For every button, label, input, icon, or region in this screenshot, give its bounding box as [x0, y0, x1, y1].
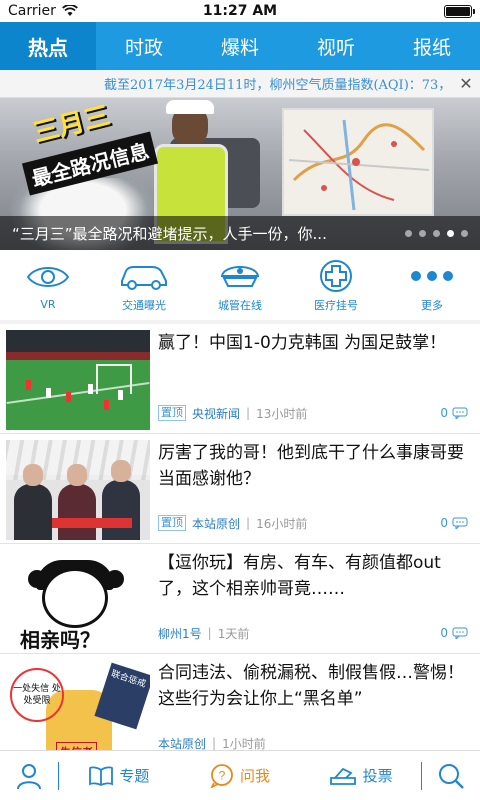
comment-icon — [452, 627, 468, 639]
banner-headline: 三月三 最全路况信息 — [21, 101, 174, 196]
news-title: 【逗你玩】有房、有车、有颜值都out了，这个相亲帅哥竟…… — [158, 553, 441, 599]
topics-label: 专题 — [119, 767, 150, 785]
question-bubble-icon: ? — [210, 763, 233, 788]
comment-count-value: 0 — [440, 626, 448, 640]
tab-hot[interactable]: 热点 — [0, 22, 96, 70]
banner-headline-line1: 三月三 — [30, 100, 114, 149]
battery-icon — [444, 4, 475, 18]
quick-more[interactable]: 更多 — [384, 250, 480, 320]
quick-city-management[interactable]: 城管在线 — [192, 250, 288, 320]
top-tab-bar: 热点 时政 爆料 视听 报纸 — [0, 22, 480, 70]
comment-icon — [452, 517, 468, 529]
quick-access-bar: VR 交通曝光 城管在线 医疗挂号 更多 — [0, 250, 480, 320]
banner-carousel[interactable]: 三月三 最全路况信息 “三月三”最全路况和避堵提示，人手一份，你... — [0, 98, 480, 250]
ask-label: 问我 — [240, 767, 271, 785]
profile-button[interactable] — [0, 751, 58, 800]
tab-politics[interactable]: 时政 — [96, 22, 192, 70]
police-cap-icon — [218, 258, 262, 294]
news-item[interactable]: 厉害了我的哥！他到底干了什么事康哥要当面感谢他？ 置顶 本站原创 | 16小时前… — [0, 434, 480, 544]
banner-caption-bar: “三月三”最全路况和避堵提示，人手一份，你... — [0, 216, 480, 250]
topics-button[interactable]: 专题 — [59, 751, 180, 800]
comment-count-value: 0 — [440, 406, 448, 420]
comment-count-value: 0 — [440, 516, 448, 530]
carousel-dot[interactable] — [419, 229, 426, 237]
news-time: 1小时前 — [222, 736, 266, 751]
news-thumbnail: 一处失信 处处受限 联合惩戒 失信者 — [6, 660, 150, 760]
quick-vr[interactable]: VR — [0, 250, 96, 320]
quick-label: 医疗挂号 — [314, 298, 358, 312]
news-time: 1天前 — [217, 626, 250, 641]
news-meta: 置顶 本站原创 | 16小时前 0 — [158, 514, 468, 532]
wifi-icon — [62, 5, 78, 17]
search-button[interactable] — [422, 751, 480, 800]
tab-breaking[interactable]: 爆料 — [192, 22, 288, 70]
ticker-text: 截至2017年3月24日11时，柳州空气质量指数(AQI)：73，二 — [104, 78, 452, 93]
search-icon — [439, 763, 464, 789]
thumbnail-badge: 一处失信 处处受限 — [10, 668, 64, 722]
news-source: 央视新闻 — [192, 406, 241, 421]
tab-video[interactable]: 视听 — [288, 22, 384, 70]
carousel-dot[interactable] — [461, 229, 468, 237]
quick-label: 交通曝光 — [122, 298, 166, 312]
close-icon[interactable]: ✕ — [452, 74, 480, 93]
ballot-box-icon — [329, 767, 356, 785]
news-thumbnail — [6, 330, 150, 430]
route-map-image — [282, 108, 434, 216]
comment-count[interactable]: 0 — [440, 406, 468, 420]
car-icon — [118, 258, 170, 294]
vote-label: 投票 — [362, 767, 393, 785]
vote-button[interactable]: 投票 — [300, 751, 421, 800]
medical-cross-icon — [318, 258, 354, 294]
pinned-badge: 置顶 — [158, 515, 186, 531]
news-title: 赢了！中国1-0力克韩国 为国足鼓掌！ — [158, 333, 447, 353]
news-title: 厉害了我的哥！他到底干了什么事康哥要当面感谢他？ — [158, 443, 464, 489]
news-item[interactable]: 一处失信 处处受限 联合惩戒 失信者 合同违法、偷税漏税、制假售假…警惕！这些行… — [0, 654, 480, 764]
quick-label: 城管在线 — [218, 298, 262, 312]
news-item[interactable]: 赢了！中国1-0力克韩国 为国足鼓掌！ 置顶 央视新闻 | 13小时前 0 — [0, 324, 480, 434]
news-feed: 赢了！中国1-0力克韩国 为国足鼓掌！ 置顶 央视新闻 | 13小时前 0 厉害… — [0, 324, 480, 764]
book-icon — [89, 766, 114, 786]
ask-button[interactable]: ? 问我 — [180, 751, 301, 800]
carousel-dot[interactable] — [405, 229, 412, 237]
news-source: 本站原创 — [158, 736, 207, 751]
bottom-toolbar: 专题 ? 问我 投票 — [0, 750, 480, 800]
quick-medical[interactable]: 医疗挂号 — [288, 250, 384, 320]
thumbnail-text: 相亲吗？ — [20, 628, 100, 650]
news-item[interactable]: 相亲吗？ 【逗你玩】有房、有车、有颜值都out了，这个相亲帅哥竟…… 柳州1号 … — [0, 544, 480, 654]
svg-text:?: ? — [219, 768, 226, 782]
news-source: 柳州1号 — [158, 626, 202, 641]
banner-caption: “三月三”最全路况和避堵提示，人手一份，你... — [12, 224, 327, 243]
comment-count[interactable]: 0 — [440, 516, 468, 530]
tab-newspaper[interactable]: 报纸 — [384, 22, 480, 70]
news-meta: 柳州1号 | 1天前 0 — [158, 624, 468, 642]
news-source: 本站原创 — [192, 516, 241, 531]
news-thumbnail — [6, 440, 150, 540]
news-time: 16小时前 — [256, 516, 308, 531]
carrier-label: Carrier — [8, 3, 56, 19]
quick-traffic[interactable]: 交通曝光 — [96, 250, 192, 320]
user-icon — [17, 763, 41, 789]
quick-label: VR — [40, 298, 56, 311]
news-meta: 置顶 央视新闻 | 13小时前 0 — [158, 404, 468, 422]
comment-icon — [452, 407, 468, 419]
more-dots-icon — [410, 258, 454, 294]
news-thumbnail: 相亲吗？ — [6, 550, 150, 650]
quick-label: 更多 — [421, 298, 443, 312]
eye-icon — [26, 259, 70, 295]
news-time: 13小时前 — [256, 406, 308, 421]
status-bar: Carrier 11:27 AM — [0, 0, 480, 22]
carousel-dot[interactable] — [433, 229, 440, 237]
pinned-badge: 置顶 — [158, 405, 186, 421]
carousel-indicator — [405, 229, 468, 237]
comment-count[interactable]: 0 — [440, 626, 468, 640]
air-quality-ticker[interactable]: 截至2017年3月24日11时，柳州空气质量指数(AQI)：73，二 ✕ — [0, 70, 480, 98]
carousel-dot-active[interactable] — [447, 229, 454, 237]
news-title: 合同违法、偷税漏税、制假售假…警惕！这些行为会让你上“黑名单” — [158, 663, 464, 709]
